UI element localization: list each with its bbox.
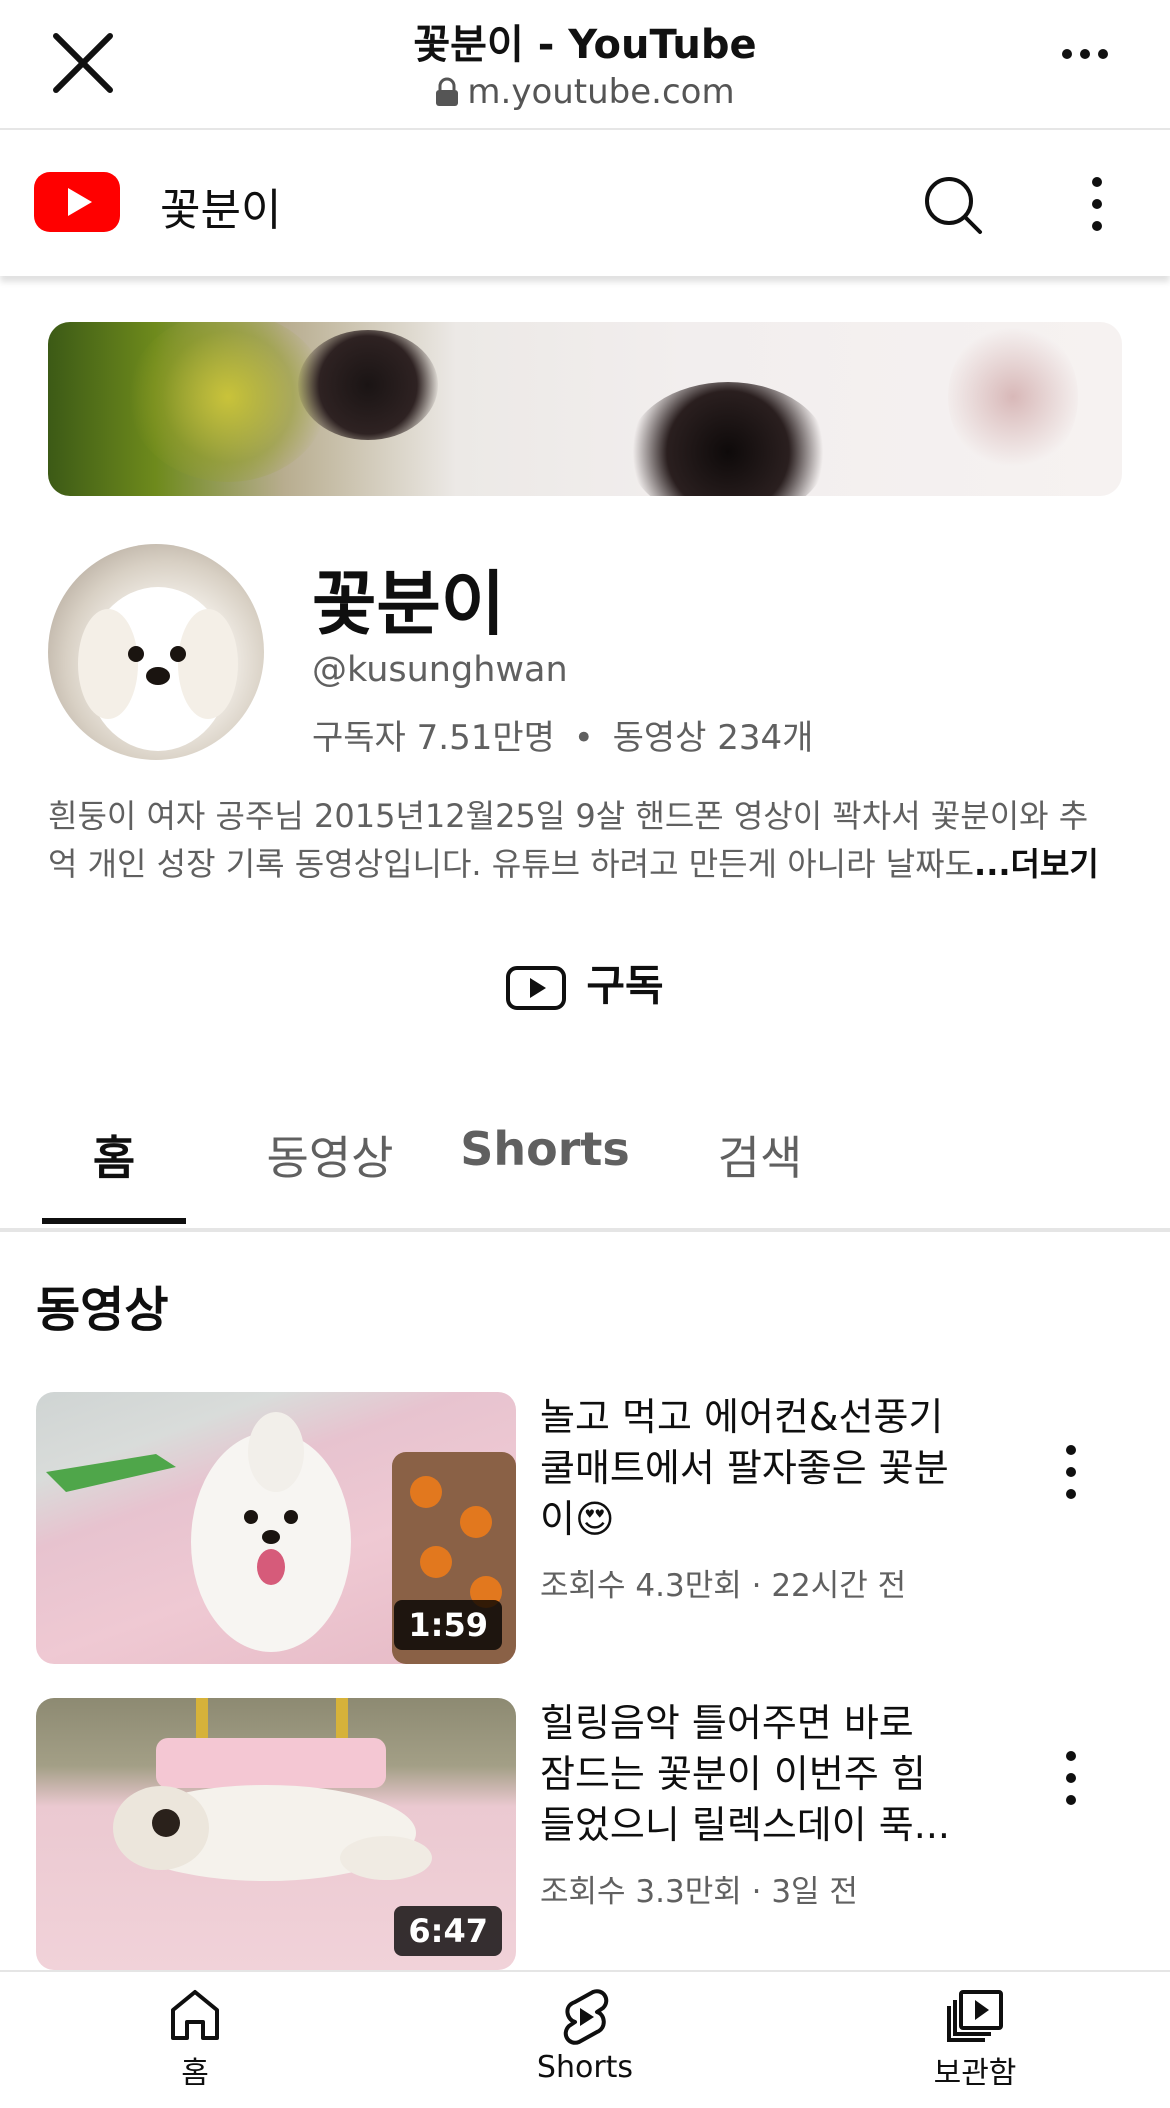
- subscribe-play-icon: [506, 966, 567, 1010]
- description-text: 억 개인 성장 기록 동영상입니다. 유튜브 하려고 만든게 아니라 날짜도: [48, 845, 975, 883]
- video-title[interactable]: 힐링음악 틀어주면 바로 잠드는 꽃분이 이번주 힘 들었으니 릴렉스데이 푹.…: [540, 1698, 1000, 1851]
- video-meta: 조회수 4.3만회 · 22시간 전: [540, 1568, 907, 1604]
- video-duration: 1:59: [394, 1600, 502, 1650]
- header-channel-name: 꽃분이: [160, 185, 282, 236]
- library-icon: [947, 1990, 1003, 2042]
- subscribe-button[interactable]: 구독: [0, 952, 1170, 1013]
- channel-tabs: 홈 동영상 Shorts 검색: [0, 1100, 1170, 1232]
- channel-banner: [48, 322, 1122, 496]
- subscribe-label: 구독: [586, 961, 664, 1010]
- video-item[interactable]: 6:47 힐링음악 틀어주면 바로 잠드는 꽃분이 이번주 힘 들었으니 릴렉스…: [36, 1698, 1136, 1970]
- channel-name: 꽃분이: [312, 563, 506, 645]
- video-title-line: 힐링음악 틀어주면 바로: [540, 1701, 914, 1745]
- youtube-header: 꽃분이: [0, 132, 1170, 276]
- lock-icon: [436, 77, 459, 106]
- search-icon[interactable]: [922, 174, 984, 236]
- browser-title: 꽃분이 - YouTube: [413, 22, 757, 68]
- shorts-icon: [563, 1989, 609, 2045]
- nav-library-label: 보관함: [933, 2056, 1017, 2091]
- stats-separator: •: [573, 718, 594, 758]
- video-title-line: 쿨매트에서 팔자좋은 꽃분: [540, 1446, 949, 1490]
- tab-shorts[interactable]: Shorts: [460, 1122, 630, 1176]
- bottom-nav: 홈 Shorts 보관함: [0, 1970, 1170, 2108]
- tab-home[interactable]: 홈: [42, 1122, 186, 1188]
- description-line-1: 흰둥이 여자 공주님 2015년12월25일 9살 핸드폰 영상이 꽉차서 꽃분…: [48, 797, 1089, 835]
- more-horizontal-icon[interactable]: [1060, 44, 1110, 64]
- video-count: 동영상 234개: [612, 718, 814, 758]
- more-vertical-icon[interactable]: [1056, 1442, 1086, 1502]
- url-text: m.youtube.com: [467, 72, 735, 112]
- avatar[interactable]: [48, 544, 264, 760]
- description-line-2: 억 개인 성장 기록 동영상입니다. 유튜브 하려고 만든게 아니라 날짜도..…: [48, 840, 1128, 888]
- active-tab-indicator: [42, 1218, 186, 1224]
- nav-home[interactable]: 홈: [95, 1986, 295, 2092]
- channel-description[interactable]: 흰둥이 여자 공주님 2015년12월25일 9살 핸드폰 영상이 꽉차서 꽃분…: [48, 792, 1128, 888]
- youtube-logo-icon[interactable]: [34, 172, 120, 232]
- video-meta: 조회수 3.3만회 · 3일 전: [540, 1874, 858, 1910]
- nav-home-label: 홈: [181, 2056, 209, 2091]
- channel-handle: @kusunghwan: [312, 650, 568, 690]
- avatar-image: [78, 587, 238, 751]
- video-thumbnail[interactable]: 1:59: [36, 1392, 516, 1664]
- home-icon: [171, 1990, 219, 2040]
- video-title-line: 들었으니 릴렉스데이 푹...: [540, 1803, 950, 1847]
- nav-shorts[interactable]: Shorts: [485, 1986, 685, 2085]
- video-title[interactable]: 놀고 먹고 에어컨&선풍기 쿨매트에서 팔자좋은 꽃분 이😍: [540, 1392, 1000, 1545]
- video-item[interactable]: 1:59 놀고 먹고 에어컨&선풍기 쿨매트에서 팔자좋은 꽃분 이😍 조회수 …: [36, 1392, 1136, 1664]
- more-vertical-icon[interactable]: [1056, 1748, 1086, 1808]
- browser-url[interactable]: m.youtube.com: [0, 72, 1170, 112]
- video-title-line: 이😍: [540, 1497, 615, 1541]
- channel-stats: 구독자 7.51만명 • 동영상 234개: [312, 710, 813, 759]
- nav-shorts-label: Shorts: [536, 2050, 634, 2085]
- tab-search[interactable]: 검색: [680, 1122, 840, 1188]
- more-vertical-icon[interactable]: [1082, 174, 1112, 234]
- tab-videos[interactable]: 동영상: [250, 1122, 410, 1188]
- section-title: 동영상: [36, 1282, 169, 1338]
- video-title-line: 잠드는 꽃분이 이번주 힘: [540, 1752, 926, 1796]
- more-link[interactable]: ...더보기: [974, 845, 1099, 883]
- video-thumbnail[interactable]: 6:47: [36, 1698, 516, 1970]
- video-duration: 6:47: [394, 1906, 502, 1956]
- nav-library[interactable]: 보관함: [875, 1986, 1075, 2092]
- video-title-line: 놀고 먹고 에어컨&선풍기: [540, 1395, 944, 1439]
- subscriber-count: 구독자 7.51만명: [312, 718, 555, 758]
- browser-bar: 꽃분이 - YouTube m.youtube.com: [0, 0, 1170, 130]
